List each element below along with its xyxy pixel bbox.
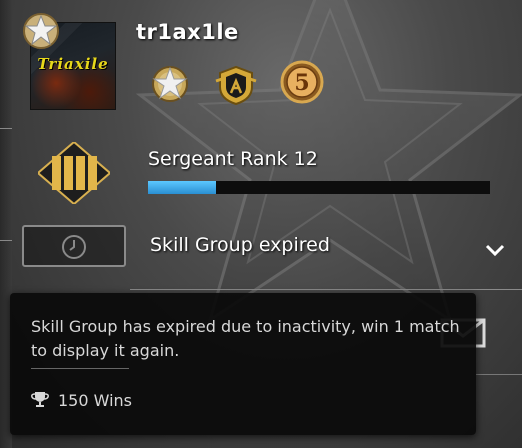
wins-count: 150 Wins bbox=[58, 391, 133, 410]
chevron-down-icon[interactable] bbox=[484, 242, 506, 258]
divider bbox=[476, 374, 522, 375]
username[interactable]: tr1ax1le bbox=[136, 20, 239, 44]
xp-progress-fill bbox=[148, 181, 217, 194]
avatar-area[interactable]: Triaxile bbox=[20, 10, 116, 110]
skill-group-label: Skill Group expired bbox=[150, 234, 330, 256]
skill-group-badge[interactable] bbox=[22, 225, 126, 267]
sergeant-rank-chevron-icon bbox=[38, 142, 110, 204]
five-year-coin-label: 5 bbox=[294, 70, 309, 96]
service-medal-star-icon[interactable] bbox=[148, 62, 192, 106]
avatar-logo-text: Triaxile bbox=[37, 55, 109, 73]
star-rank-icon bbox=[23, 13, 59, 49]
divider bbox=[130, 289, 522, 290]
tooltip-message: Skill Group has expired due to inactivit… bbox=[31, 317, 460, 360]
tooltip-divider bbox=[31, 368, 129, 369]
five-year-coin-icon[interactable]: 5 bbox=[280, 60, 324, 104]
xp-progress-bar bbox=[148, 181, 490, 194]
trophy-icon bbox=[31, 392, 49, 407]
crest-coin-icon[interactable] bbox=[214, 63, 258, 107]
skill-group-tooltip: Skill Group has expired due to inactivit… bbox=[10, 293, 476, 435]
clock-icon bbox=[62, 235, 86, 259]
rank-title: Sergeant Rank 12 bbox=[148, 148, 318, 170]
